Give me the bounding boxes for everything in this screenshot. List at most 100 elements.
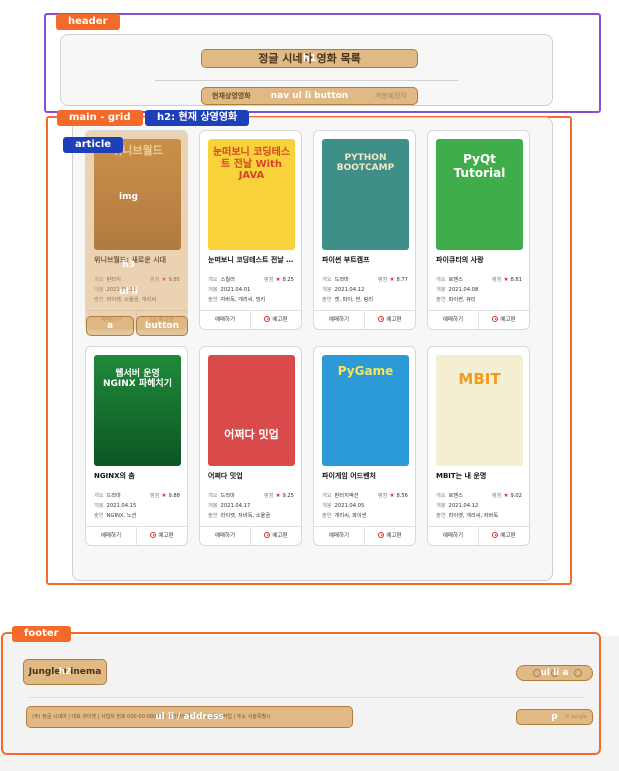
trailer-button[interactable]: 예고편	[364, 311, 415, 329]
footer-outline	[1, 632, 601, 755]
reserve-button[interactable]: 예매하기	[314, 527, 364, 545]
poster-title: 웹서버 운영 NGINX 파헤치기	[103, 369, 172, 390]
movie-title: 파이썬 부트캠프	[322, 256, 370, 264]
star-icon: ★	[389, 492, 395, 499]
h2-tag: h2: 현재 상영영화	[145, 110, 250, 126]
movie-cast: 출연 라이캣, 개리씨, 자바독	[436, 513, 499, 519]
poster-title: PyGame	[337, 364, 394, 378]
reserve-button[interactable]: 예매하기	[314, 311, 364, 329]
card-actions: 예매하기예고편	[200, 310, 301, 329]
movie-poster: 눈떠보니 코딩테스트 전날 With JAVA	[208, 139, 295, 250]
social-tag: ul li a	[540, 668, 569, 678]
footer-address: (주) 정글 시네마 | 대표 라이캣 | 사업자 번호 000-00-0000…	[26, 706, 353, 728]
trailer-button[interactable]: 예고편	[250, 527, 301, 545]
play-icon	[492, 316, 499, 322]
movie-genre: 개요 판타지액션	[322, 493, 359, 499]
card-actions: 예매하기예고편	[428, 310, 529, 329]
movie-card: 웹서버 운영 NGINX 파헤치기 NGINX의 춤개요 드라마 평점 ★ 9.88 개봉…	[85, 346, 188, 546]
movie-card: 눈떠보니 코딩테스트 전날 With JAVA 눈떠보니 코딩테스트 전날 wit…	[199, 130, 302, 330]
movie-title: 파이큐티의 사랑	[436, 256, 484, 264]
poster-title: 눈떠보니 코딩테스트 전날 With JAVA	[212, 147, 291, 181]
button-tag: button	[136, 316, 188, 336]
movie-title: 파이게임 어드벤처	[322, 472, 376, 480]
movie-release: 개봉 2021.04.17	[208, 503, 251, 509]
footer-divider	[29, 697, 584, 698]
star-icon: ★	[503, 492, 509, 499]
movie-release: 개봉 2021.04.08	[436, 287, 479, 293]
movie-poster: PyQt Tutorial	[436, 139, 523, 250]
movie-card: PYTHON BOOTCAMP 파이썬 부트캠프개요 드라마 평점 ★ 8.77 개봉 20…	[313, 130, 416, 330]
footer-h2-tag: h2	[58, 667, 72, 677]
footer-copyright: © Jungle p	[516, 709, 593, 725]
card-actions: 예매하기예고편	[86, 526, 187, 545]
star-icon: ★	[275, 492, 281, 499]
play-icon	[378, 532, 385, 538]
star-icon: ★	[503, 276, 509, 283]
card-actions: 예매하기예고편	[314, 526, 415, 545]
movie-rating: 평점 ★ 9.88	[149, 492, 180, 499]
footer-logo[interactable]: Jungle Cinema h2	[23, 659, 107, 685]
reserve-button[interactable]: 예매하기	[86, 527, 136, 545]
movie-rating: 평점 ★ 8.25	[263, 276, 294, 283]
movie-poster: PyGame	[322, 355, 409, 466]
copyright-tag: p	[551, 712, 558, 722]
movie-title: 어쩌다 밋업	[208, 472, 243, 480]
movie-genre: 개요 로맨스	[436, 277, 463, 283]
reserve-button[interactable]: 예매하기	[428, 311, 478, 329]
card-actions: 예매하기예고편	[314, 310, 415, 329]
trailer-button[interactable]: 예고편	[478, 311, 529, 329]
movie-card: PyQt Tutorial 파이큐티의 사랑개요 로맨스 평점 ★ 8.81 개봉 2021…	[427, 130, 530, 330]
movie-rating: 평점 ★ 8.56	[377, 492, 408, 499]
movie-cast: 출연 자바독, 개리씨, 빙키	[208, 297, 266, 303]
movie-rating: 평점 ★ 8.81	[491, 276, 522, 283]
trailer-button[interactable]: 예고편	[250, 311, 301, 329]
a-tag: a	[86, 316, 134, 336]
h3-tag: h3	[122, 260, 135, 270]
movie-genre: 개요 드라마	[208, 493, 235, 499]
header-divider	[155, 80, 458, 81]
movie-cast: 출연 라이캣, 자바독, 소울곰	[208, 513, 271, 519]
movie-title: 눈떠보니 코딩테스트 전날 with JAVA	[208, 256, 298, 264]
movie-title: NGINX의 춤	[94, 472, 135, 480]
poster-title: PYTHON BOOTCAMP	[336, 153, 395, 174]
img-tag: img	[119, 192, 138, 202]
trailer-button[interactable]: 예고편	[136, 527, 187, 545]
main-nav: 현재상영영화 개봉예정작 nav ul li button	[201, 87, 418, 105]
movie-rating: 평점 ★ 8.77	[377, 276, 408, 283]
movie-genre: 개요 드라마	[94, 493, 121, 499]
movie-cast: 출연 캣, 파이, 썬, 링리	[322, 297, 374, 303]
reserve-button[interactable]: 예매하기	[428, 527, 478, 545]
poster-title: 어쩌다 밋업	[224, 428, 279, 441]
reserve-button[interactable]: 예매하기	[200, 527, 250, 545]
main-grid-tag: main - grid	[57, 110, 143, 126]
poster-title: MBIT	[458, 370, 501, 388]
movie-poster: 어쩌다 밋업	[208, 355, 295, 466]
play-icon	[378, 316, 385, 322]
movie-release: 개봉 2021.04.12	[436, 503, 479, 509]
star-icon: ★	[275, 276, 281, 283]
movie-rating: 평점 ★ 9.02	[491, 492, 522, 499]
movie-release: 개봉 2021.04.15	[94, 503, 137, 509]
movie-rating: 평점 ★ 9.25	[263, 492, 294, 499]
reserve-button[interactable]: 예매하기	[200, 311, 250, 329]
movie-card: 어쩌다 밋업 어쩌다 밋업 개요 드라마 평점 ★ 9.25 개봉 2021.04.17 출연 라…	[199, 346, 302, 546]
header-tag: header	[56, 14, 120, 30]
trailer-button[interactable]: 예고편	[364, 527, 415, 545]
movie-card: PyGame 파이게임 어드벤처개요 판타지액션 평점 ★ 8.56 개봉 2021.04.…	[313, 346, 416, 546]
movie-genre: 개요 드라마	[322, 277, 349, 283]
nav-tag: nav ul li button	[270, 91, 349, 101]
play-icon	[150, 532, 157, 538]
h1-tag: h1	[302, 53, 317, 64]
movie-release: 개봉 2021.04.05	[322, 503, 365, 509]
movie-cast: 출연 NGINX, 노션	[94, 513, 137, 519]
movie-cast: 출연 개리씨, 파이썬	[322, 513, 367, 519]
movie-release: 개봉 2021.04.12	[322, 287, 365, 293]
star-icon: ★	[161, 492, 167, 499]
trailer-button[interactable]: 예고편	[478, 527, 529, 545]
footer-tag: footer	[12, 626, 71, 642]
first-card-overlay	[86, 131, 187, 329]
movie-genre: 개요 스릴러	[208, 277, 235, 283]
address-tag: ul li / address	[155, 712, 224, 722]
poster-title: PyQt Tutorial	[453, 152, 506, 180]
movie-card: 위니브월드위니브월드: 새로운 시대개요판타지평점★ 9.85개봉2021.05…	[85, 130, 188, 330]
